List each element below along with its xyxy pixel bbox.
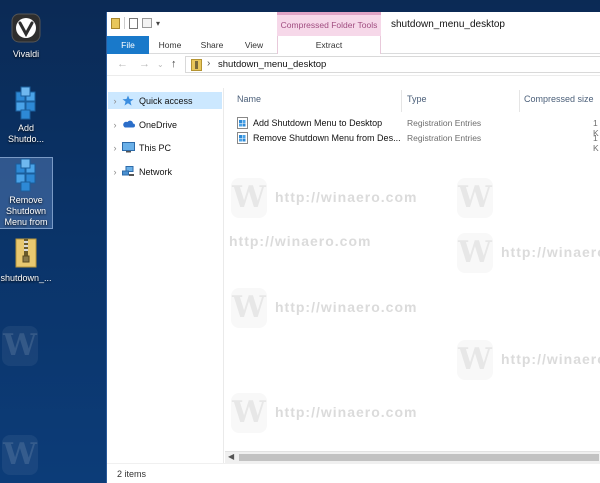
- zip-folder-icon: [10, 236, 42, 270]
- desktop-icon-vivaldi[interactable]: Vivaldi: [0, 12, 52, 60]
- desktop-icon-label: Remove Shutdown Menu from: [4, 195, 48, 227]
- quick-access-toolbar: ▾: [111, 17, 160, 29]
- registry-icon: [10, 86, 42, 120]
- expand-chevron-icon[interactable]: ›: [108, 143, 122, 153]
- tab-file[interactable]: File: [107, 36, 149, 54]
- nav-item-onedrive[interactable]: › OneDrive: [108, 116, 222, 133]
- file-list: Name Type Compressed size Add Shutdown M…: [225, 88, 600, 463]
- desktop-icon-add-shutdown[interactable]: Add Shutdo...: [0, 86, 52, 145]
- watermark-text: http://winaero.com: [501, 351, 600, 367]
- expand-chevron-icon[interactable]: ›: [108, 96, 122, 106]
- expand-chevron-icon[interactable]: ›: [108, 120, 122, 130]
- star-icon: [122, 95, 135, 106]
- address-bar[interactable]: › shutdown_menu_desktop: [185, 56, 600, 73]
- window-title: shutdown_menu_desktop: [391, 19, 505, 30]
- watermark-logo: W: [457, 340, 493, 380]
- new-folder-icon[interactable]: [142, 18, 152, 28]
- nav-item-network[interactable]: › Network: [108, 163, 222, 180]
- expand-chevron-icon[interactable]: ›: [108, 167, 122, 177]
- scrollbar-thumb[interactable]: [239, 454, 599, 461]
- customize-qat-icon[interactable]: ▾: [156, 19, 160, 28]
- context-tab-group-label: Compressed Folder Tools: [277, 12, 381, 36]
- file-row[interactable]: Remove Shutdown Menu from Des... Registr…: [237, 131, 600, 153]
- registry-icon: [10, 158, 42, 192]
- back-arrow-icon[interactable]: ←: [117, 58, 128, 70]
- file-compressed-size: 1 K: [593, 133, 599, 153]
- cloud-icon: [122, 119, 135, 130]
- nav-item-label: Quick access: [139, 95, 193, 106]
- desktop: Vivaldi Add Shutdo... Remove Shutdown Me…: [0, 0, 106, 483]
- file-row[interactable]: Add Shutdown Menu to Desktop Registratio…: [237, 116, 600, 138]
- watermark-logo: W: [231, 178, 267, 218]
- tab-extract[interactable]: Extract: [277, 36, 381, 54]
- breadcrumb-chevron-icon[interactable]: ›: [207, 58, 210, 69]
- ribbon-tabs: File Home Share View Extract: [107, 36, 600, 54]
- forward-arrow-icon[interactable]: →: [139, 58, 150, 70]
- status-bar: 2 items: [107, 463, 600, 483]
- desktop-icon-label: Add Shutdo...: [7, 123, 45, 144]
- nav-item-label: Network: [139, 166, 173, 177]
- breadcrumb[interactable]: shutdown_menu_desktop: [218, 59, 326, 70]
- folder-icon[interactable]: [111, 17, 120, 29]
- file-name: Add Shutdown Menu to Desktop: [253, 118, 383, 128]
- tab-home[interactable]: Home: [153, 36, 187, 54]
- title-bar: ▾ Compressed Folder Tools shutdown_menu_…: [107, 12, 600, 36]
- file-name: Remove Shutdown Menu from Des...: [253, 133, 401, 143]
- desktop-icon-remove-shutdown[interactable]: Remove Shutdown Menu from: [0, 157, 53, 229]
- network-icon: [122, 166, 135, 177]
- watermark-text: http://winaero.com: [229, 233, 372, 249]
- watermark-text: http://winaero.com: [275, 404, 418, 420]
- horizontal-scrollbar[interactable]: ◀: [225, 451, 600, 463]
- item-count: 2 items: [117, 469, 147, 479]
- column-divider[interactable]: [519, 90, 520, 112]
- watermark-text: http://winaero.com: [275, 189, 418, 205]
- properties-icon[interactable]: [129, 17, 138, 29]
- registry-file-icon: [237, 132, 248, 144]
- column-header-compressed-size[interactable]: Compressed size: [524, 94, 594, 104]
- watermark-logo: W: [457, 178, 493, 218]
- nav-item-label: OneDrive: [139, 119, 178, 130]
- scroll-left-arrow-icon[interactable]: ◀: [228, 452, 234, 461]
- registry-file-icon: [237, 117, 248, 129]
- desktop-icon-shutdown-zip[interactable]: shutdown_...: [0, 236, 52, 284]
- tab-view[interactable]: View: [237, 36, 271, 54]
- explorer-window: ▾ Compressed Folder Tools shutdown_menu_…: [106, 12, 600, 483]
- nav-item-quick-access[interactable]: › Quick access: [108, 92, 222, 109]
- computer-icon: [122, 142, 135, 153]
- watermark-logo: W: [231, 393, 267, 433]
- file-type: Registration Entries: [407, 133, 482, 143]
- nav-item-label: This PC: [139, 142, 172, 153]
- watermark-text: http://winaero.com: [501, 244, 600, 260]
- column-header-name[interactable]: Name: [237, 94, 261, 104]
- up-arrow-icon[interactable]: ↑: [171, 58, 177, 70]
- vivaldi-icon: [10, 12, 42, 46]
- separator: [124, 17, 125, 29]
- navigation-pane: › Quick access › OneDrive › This PC › Ne…: [107, 88, 224, 463]
- desktop-icon-label: shutdown_...: [0, 273, 52, 283]
- desktop-icon-label: Vivaldi: [12, 49, 40, 59]
- recent-locations-chevron-icon[interactable]: ⌄: [157, 60, 164, 69]
- tab-share[interactable]: Share: [195, 36, 229, 54]
- nav-item-this-pc[interactable]: › This PC: [108, 139, 222, 156]
- file-type: Registration Entries: [407, 118, 482, 128]
- column-divider[interactable]: [401, 90, 402, 112]
- column-header-type[interactable]: Type: [407, 94, 427, 104]
- address-bar-row: ← → ⌄ ↑ › shutdown_menu_desktop: [107, 54, 600, 76]
- zip-folder-icon: [191, 59, 202, 71]
- watermark-logo: W: [457, 233, 493, 273]
- watermark-text: http://winaero.com: [275, 299, 418, 315]
- watermark-logo: W: [231, 288, 267, 328]
